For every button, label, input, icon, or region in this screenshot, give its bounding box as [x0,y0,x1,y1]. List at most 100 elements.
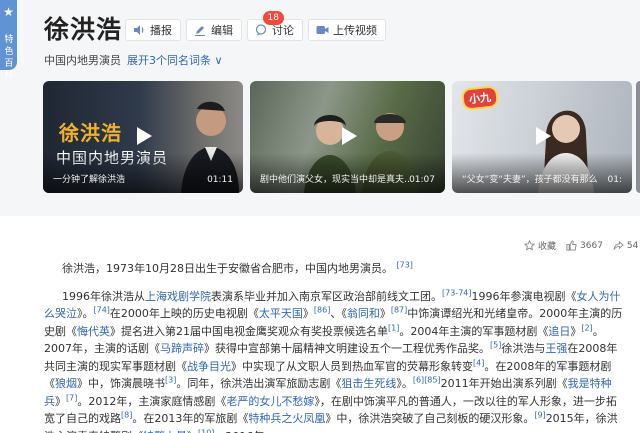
reference-link[interactable]: [73] [397,260,413,269]
chevron-down-icon: ∨ [214,54,223,67]
article-body: 徐洪浩，1973年10月28日出生于安徽省合肥市，中国内地男演员。 [73] 1… [44,260,624,433]
feature-badge[interactable]: ★ 特色百科 [0,0,17,81]
reference-link[interactable]: [74] [94,305,110,314]
article-link[interactable]: 狼烟 [55,377,77,390]
article-text: 在2000年上映的历史电视剧《 [109,307,259,320]
overlay-name: 徐洪浩 [59,121,122,145]
article-text: 表演系毕业并加入南京军区政治部前线文工团。 [211,289,442,303]
like-count: 3667 [580,240,603,251]
collect-button[interactable]: 收藏 [524,239,556,252]
article-text: 》 [187,430,198,433]
article-text: 。2016年， [214,430,275,433]
play-icon[interactable] [335,123,361,149]
thumbs-up-icon [566,240,577,251]
article-text: 。2004年主演的军事题材剧《 [399,324,549,338]
article-text: 》 [379,307,391,320]
action-bar: 播报 编辑 18 讨论 上传视频 [125,11,386,41]
reference-link[interactable]: [10] [198,428,214,433]
article-link[interactable]: 太平天国 [259,307,303,320]
discuss-count-badge: 18 [262,11,284,25]
article-text: 1996年参演电视剧《 [471,289,577,303]
entry-subtitle: 中国内地男演员 [44,54,121,67]
collect-label: 收藏 [538,242,557,252]
video-duration: 01:07 [409,175,435,185]
upload-video-button[interactable]: 上传视频 [308,19,386,41]
video-card[interactable]: 剧中他们演父女，现实当中却是真夫… 01:07 [250,81,445,193]
article-link[interactable]: 翁同和 [347,307,380,320]
article-text: 。同年，徐洪浩出演军旅励志剧《 [176,377,342,390]
article-text: 2011年开始出演系列剧《 [440,377,568,390]
share-count: 54 [626,240,639,251]
video-upload-icon [315,23,329,37]
article-text: 》获得中宣部第十届精神文明建设五个一工程优秀作品奖。 [204,342,490,355]
channel-logo-text: 小九 [460,85,500,111]
video-caption: 剧中他们演父女，现实当中却是真夫… [260,175,410,185]
broadcast-label: 播报 [150,24,172,37]
star-outline-icon [524,240,535,251]
reference-link[interactable]: [2] [581,323,592,332]
speaker-icon [132,23,146,37]
expand-same-name-link[interactable]: 展开3个同名词条 ∨ [127,52,223,68]
play-icon[interactable] [529,123,555,149]
reference-link[interactable]: [1] [388,323,399,332]
video-strip: 徐洪浩 中国内地男演员 一分钟了解徐洪浩 01:11 剧中他们演父女，现实当中却… [0,81,640,193]
edit-button[interactable]: 编辑 [186,19,242,41]
video-card[interactable]: 徐洪浩 中国内地男演员 一分钟了解徐洪浩 01:11 [43,81,243,193]
reference-link[interactable]: [86] [314,305,330,314]
article-text: 》 [55,394,66,408]
reference-link[interactable]: [5] [490,340,501,349]
star-icon: ★ [3,5,14,19]
article-link[interactable]: 战争目光 [187,360,231,373]
discuss-button[interactable]: 18 讨论 [247,11,303,41]
same-name-label: 展开3个同名词条 [127,54,211,67]
page-title: 徐洪浩 [44,15,123,44]
article-link[interactable]: 特种兵之火凤凰 [248,412,325,425]
article-link[interactable]: 老严的女儿不愁嫁 [226,395,314,408]
article-text: 》中实现了从文职人员到热血军官的荧幕形象转变 [231,359,473,373]
video-card-partial[interactable] [636,81,640,193]
video-caption: “父女”变“夫妻”，孩子都没有那么 [462,175,598,185]
reference-link[interactable]: [9] [534,410,545,419]
reference-link[interactable]: [7] [66,393,77,402]
article-link[interactable]: 马蹄声碎 [160,342,204,355]
article-text: 》中，徐洪浩突破了自己刻板的硬汉形象。 [325,412,535,425]
video-duration: 01: [607,175,622,185]
play-icon[interactable] [130,123,156,149]
article-text: 1996年徐洪浩从 [62,289,145,303]
reference-link[interactable]: [4] [473,358,484,367]
feature-badge-label: 特色百科 [4,35,14,81]
article-link[interactable]: 狙击生死线 [341,377,396,390]
reference-link[interactable]: [8] [121,410,132,419]
like-button[interactable]: 3667 [566,240,603,251]
article-text: 》提名进入第21届中国电视金鹰奖观众有奖投票候选名单 [110,324,388,338]
article-text: 、《 [330,307,347,320]
channel-logo: 小九 [460,85,500,111]
reference-link[interactable]: [6] [413,375,424,384]
reference-link[interactable]: [3] [165,375,176,384]
share-icon [613,240,624,250]
article-text: 徐洪浩与 [501,342,546,355]
article-text: 》中，饰演晨晓书 [77,377,165,390]
article-link[interactable]: 追日 [548,325,570,338]
edit-label: 编辑 [211,24,233,37]
video-card[interactable]: 小九 “父女”变“夫妻”，孩子都没有那么 01: [452,81,632,193]
article-text: 》。 [77,307,94,320]
article-text: 》 [570,324,582,338]
share-button[interactable]: 54 [613,240,638,251]
article-text: 》 [302,307,314,320]
article-link[interactable]: 王强 [545,342,567,355]
article-text: 》。 [396,377,413,390]
entry-header: ★ 特色百科 徐洪浩 播报 编辑 18 讨论 上传视频 中国内地男演员 展开3个… [0,0,640,216]
article-text: 。在2013年的军旅剧《 [132,412,249,425]
reference-link[interactable]: [85] [424,375,440,384]
reference-link[interactable]: [73-74] [442,288,472,297]
stats-bar: 收藏 3667 54 [524,239,638,252]
broadcast-button[interactable]: 播报 [125,19,181,41]
reference-link[interactable]: [87] [391,305,407,314]
career-paragraph: 1996年徐洪浩从上海戏剧学院表演系毕业并加入南京军区政治部前线文工团。[73-… [44,288,624,433]
article-link[interactable]: 上海戏剧学院 [145,290,211,303]
edit-icon [193,23,207,37]
article-link[interactable]: 悔代英 [77,325,110,338]
article-link[interactable]: 特警力量 [143,430,187,433]
intro-text: 徐洪浩，1973年10月28日出生于安徽省合肥市，中国内地男演员。 [62,262,393,275]
